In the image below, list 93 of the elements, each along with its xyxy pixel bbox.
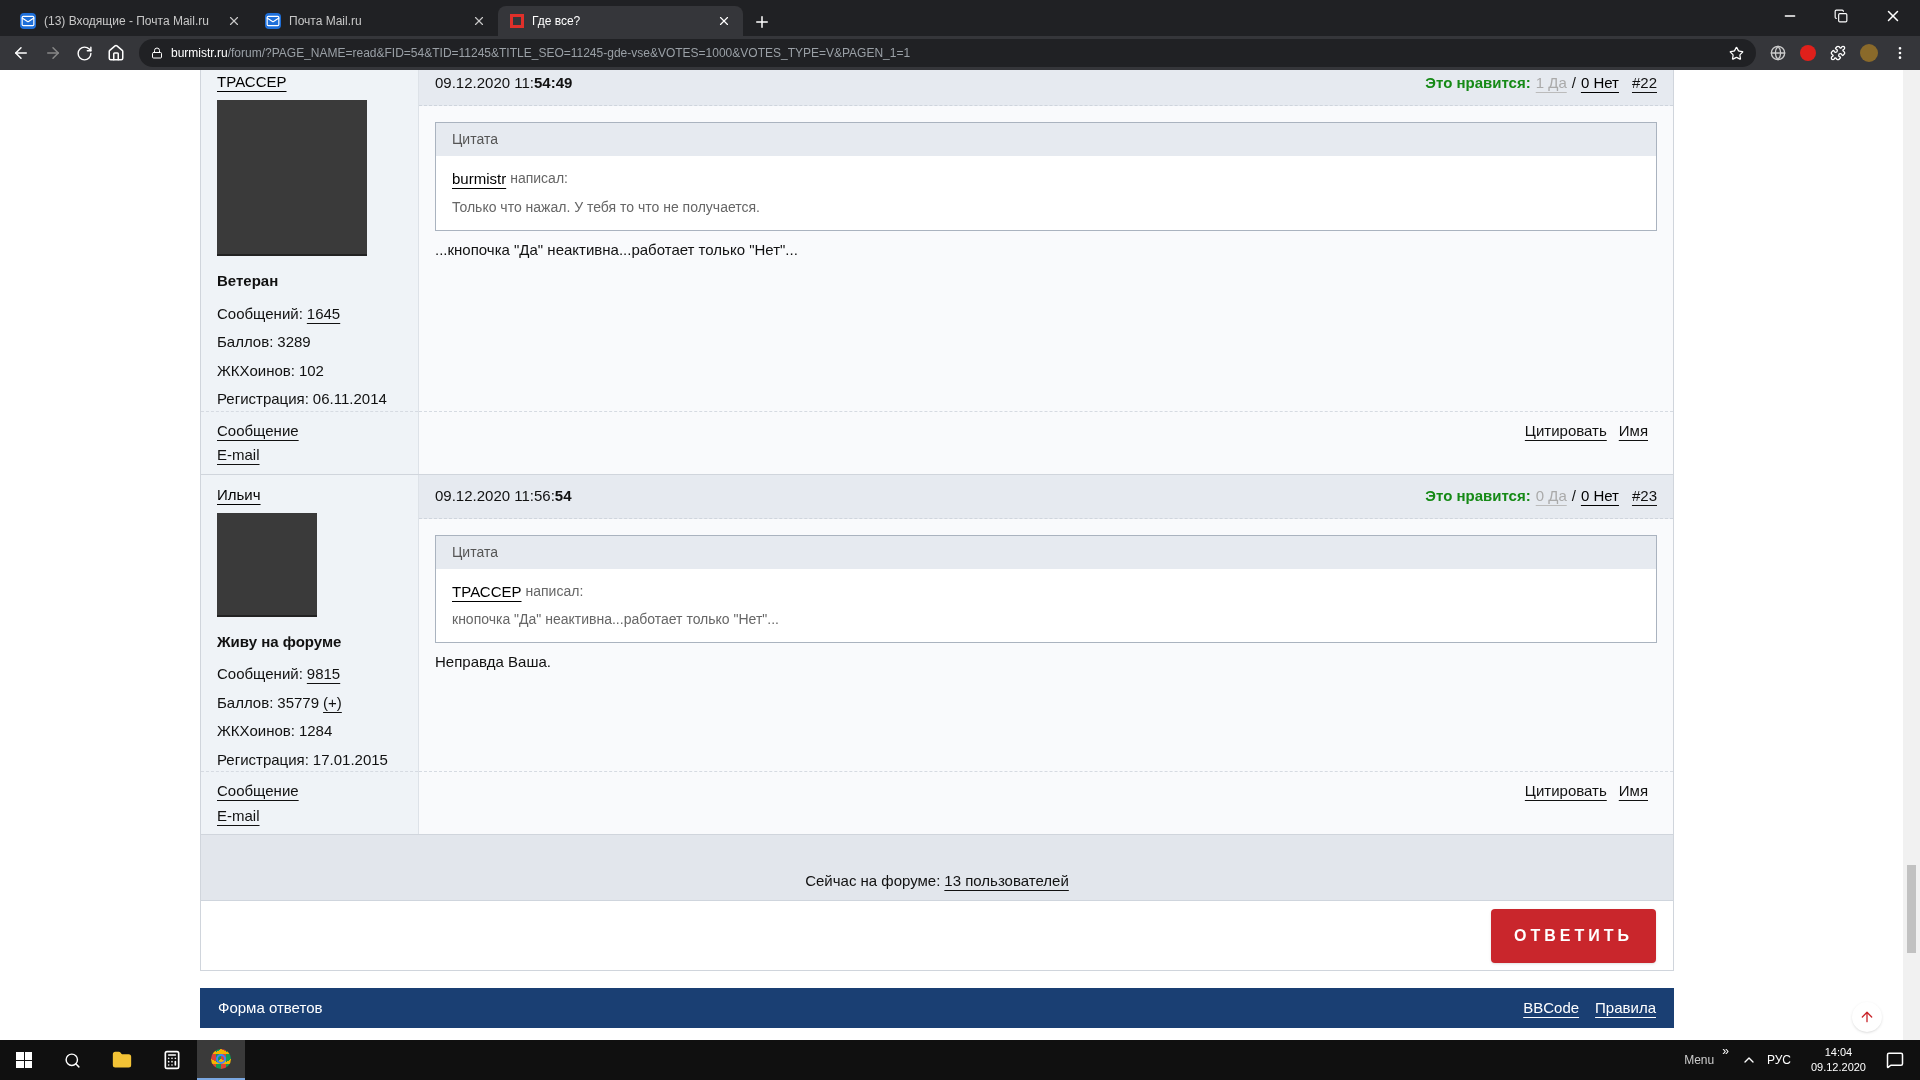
user-action-link[interactable]: E-mail — [217, 804, 260, 827]
browser-tab[interactable]: (13) Входящие - Почта Mail.ru — [8, 6, 253, 36]
reply-button[interactable]: ОТВЕТИТЬ — [1491, 908, 1656, 963]
close-icon[interactable] — [717, 14, 731, 28]
author-link[interactable]: Ильич — [217, 485, 261, 503]
quote-text: кнопочка "Да" неактивна...работает только "Нет"... — [452, 610, 780, 629]
quote-title: Цитата — [436, 535, 1656, 569]
stat-label: Регистрация: — [217, 749, 309, 770]
quote-wrote-label: написал: — [525, 581, 584, 601]
clock[interactable]: 14:04 09.12.2020 — [1810, 1045, 1866, 1075]
url-text: burmistr.ru/forum/?PAGE_NAME=read&FID=54&TID=11245&TITLE_SEO=11245-gde-vse&VOTES=1000&VOTES_TYPE=V&PAGEN_1=1 — [171, 45, 912, 62]
post-number-link[interactable]: #22 — [1631, 72, 1657, 95]
form-bar-link[interactable]: Правила — [1595, 996, 1656, 1020]
post-action-link[interactable]: Цитировать — [1524, 780, 1607, 803]
online-label: Сейчас на форуме: — [805, 870, 941, 891]
likes-label: Это нравится: — [1425, 485, 1531, 506]
stat-value: 06.11.2014 — [312, 389, 387, 409]
page-scrollbar[interactable] — [1903, 70, 1920, 1040]
address-bar[interactable]: burmistr.ru/forum/?PAGE_NAME=read&FID=54&TID=11245&TITLE_SEO=11245-gde-vse&VOTES=1000&VOTES_TYPE=V&PAGEN_1=1 — [139, 39, 1756, 67]
chrome-icon[interactable] — [211, 1049, 231, 1069]
stat-link[interactable]: 1645 — [306, 302, 341, 325]
likes-label: Это нравится: — [1425, 73, 1531, 94]
browser-tab[interactable]: Почта Mail.ru — [253, 6, 498, 36]
browser-tab[interactable]: Где все? — [498, 6, 743, 36]
stat-value: 3289 — [277, 332, 311, 352]
post-date: 09.12.2020 11:56:54 — [435, 485, 572, 506]
envelope-icon — [265, 13, 281, 29]
post-action-link[interactable]: Имя — [1618, 419, 1648, 442]
form-bar-link[interactable]: BBCode — [1523, 996, 1580, 1020]
calculator-icon[interactable] — [162, 1050, 182, 1070]
tab-title: Где все? — [532, 13, 582, 30]
post-action-link[interactable]: Цитировать — [1524, 419, 1607, 442]
stat-label: ЖКХоинов: — [217, 721, 295, 741]
post-text: Неправда Ваша. — [435, 652, 552, 672]
form-bar-title: Форма ответов — [218, 997, 324, 1018]
stat-label: Сообщений: — [217, 303, 303, 324]
plus-link[interactable]: (+) — [323, 691, 342, 714]
stat-label: Сообщений: — [217, 664, 303, 684]
stat-label: ЖКХоинов: — [217, 360, 295, 381]
post-action-link[interactable]: Имя — [1618, 780, 1648, 803]
stat-value: 17.01.2015 — [312, 749, 388, 770]
lock-icon — [151, 47, 163, 59]
scrollbar-thumb[interactable] — [1907, 865, 1916, 953]
post-number-link[interactable]: #23 — [1631, 484, 1657, 508]
notification-icon[interactable] — [1886, 1051, 1904, 1069]
stat-label: Баллов: — [217, 692, 274, 713]
user-action-link[interactable]: Сообщение — [217, 419, 299, 442]
windows-start-icon[interactable] — [16, 1052, 32, 1068]
reload-icon[interactable] — [76, 44, 93, 62]
post-text: ...кнопочка "Да" неактивна...работает только "Нет"... — [435, 239, 799, 260]
stat-value: 35779 — [277, 692, 320, 713]
vote-no-link[interactable]: 0 Нет — [1580, 484, 1619, 508]
stat-value: 1284 — [298, 721, 333, 741]
stat-value: 102 — [298, 360, 324, 381]
language-indicator[interactable]: РУС — [1766, 1051, 1791, 1069]
quote-wrote-label: написал: — [510, 169, 568, 188]
stat-label: Регистрация: — [217, 389, 309, 409]
envelope-icon — [20, 13, 36, 29]
vote-separator: / — [1571, 73, 1576, 94]
restore-icon[interactable] — [1834, 9, 1848, 23]
scroll-top-button[interactable] — [1852, 1002, 1882, 1032]
taskbar-menu-label[interactable]: Menu — [1684, 1051, 1715, 1069]
close-icon[interactable] — [227, 14, 241, 28]
post-date: 09.12.2020 11:54:49 — [435, 73, 573, 94]
online-users-link[interactable]: 13 пользователей — [944, 869, 1069, 892]
user-action-link[interactable]: E-mail — [217, 444, 260, 467]
profile-avatar-icon[interactable] — [1860, 44, 1878, 62]
home-icon[interactable] — [107, 44, 125, 62]
new-tab-icon[interactable] — [753, 13, 771, 31]
quote-author-link[interactable]: burmistr — [452, 168, 507, 191]
stat-label: Баллов: — [217, 332, 274, 352]
quote-author-link[interactable]: ТРАССЕР — [452, 580, 522, 603]
search-icon[interactable] — [64, 1051, 81, 1069]
user-rank: Ветеран — [217, 271, 280, 291]
close-icon[interactable] — [472, 14, 486, 28]
author-link[interactable]: ТРАССЕР — [217, 73, 287, 90]
forward-icon[interactable] — [44, 44, 62, 62]
tab-title: (13) Входящие - Почта Mail.ru — [44, 13, 210, 30]
folder-icon[interactable] — [112, 1050, 132, 1070]
quote-title: Цитата — [436, 123, 1656, 156]
extensions-icon[interactable] — [1830, 45, 1846, 61]
back-icon[interactable] — [12, 44, 30, 62]
tab-title: Почта Mail.ru — [289, 13, 363, 30]
vote-separator: / — [1571, 485, 1576, 506]
stat-link[interactable]: 9815 — [306, 663, 341, 686]
site-logo-icon — [510, 14, 524, 28]
user-action-link[interactable]: Сообщение — [217, 780, 299, 803]
vote-no-link[interactable]: 0 Нет — [1580, 72, 1619, 95]
chevron-label[interactable]: » — [1722, 1042, 1729, 1060]
globe-icon[interactable] — [1770, 45, 1786, 61]
user-rank: Живу на форуме — [217, 631, 343, 652]
quote-text: Только что нажал. У тебя то что не получается. — [452, 197, 761, 217]
bookmark-star-icon[interactable] — [1729, 45, 1744, 61]
